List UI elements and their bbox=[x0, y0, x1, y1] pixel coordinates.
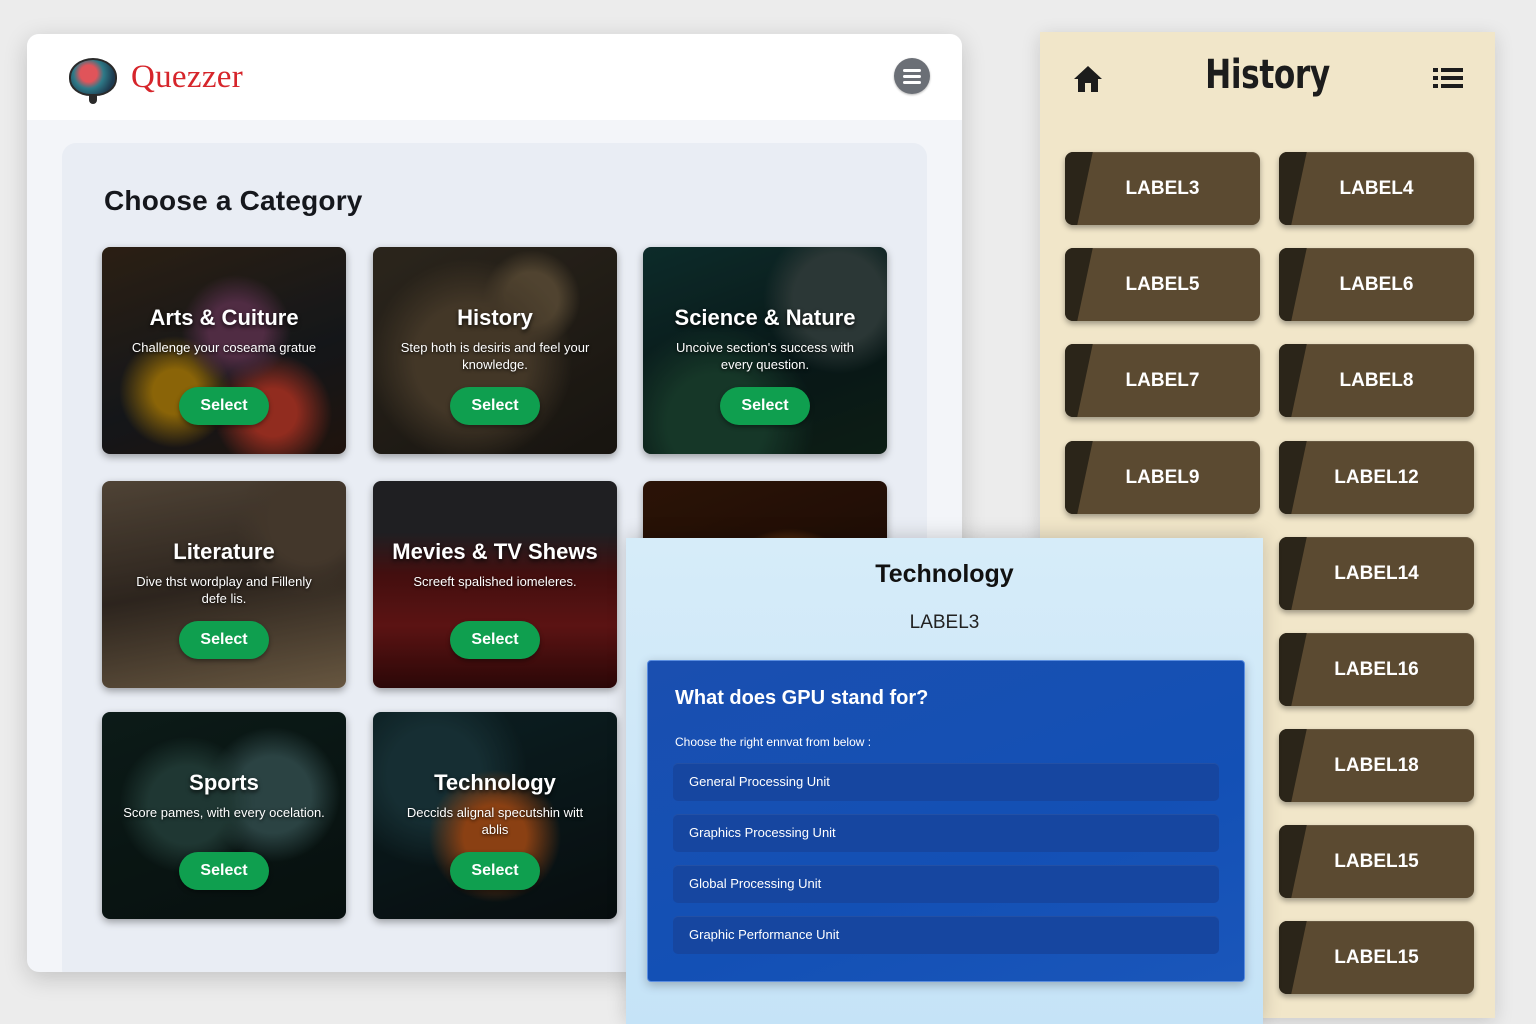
label-button[interactable]: LABEL16 bbox=[1279, 633, 1474, 706]
card-title: Arts & Cuiture bbox=[149, 305, 299, 330]
label-button[interactable]: LABEL6 bbox=[1279, 248, 1474, 321]
quiz-subtitle: LABEL3 bbox=[909, 612, 980, 633]
app-header: Quezzer bbox=[27, 34, 962, 120]
menu-line-icon bbox=[903, 80, 921, 84]
label-button[interactable]: LABEL15 bbox=[1279, 921, 1474, 994]
answer-option[interactable]: Graphic Performance Unit bbox=[673, 916, 1219, 954]
history-title: History bbox=[1205, 52, 1330, 98]
category-card-science[interactable]: Science & Nature Uncoive section's succe… bbox=[643, 247, 887, 454]
card-description: Uncoive section's success with every que… bbox=[675, 340, 855, 372]
label-text: LABEL15 bbox=[1334, 851, 1419, 872]
label-text: LABEL4 bbox=[1339, 178, 1414, 199]
select-button[interactable]: Select bbox=[179, 621, 269, 659]
question-card: What does GPU stand for? Choose the righ… bbox=[647, 660, 1245, 982]
card-description: Screeft spalished iomeleres. bbox=[413, 574, 577, 589]
answer-option[interactable]: Global Processing Unit bbox=[673, 865, 1219, 903]
card-title: History bbox=[457, 305, 533, 330]
select-button[interactable]: Select bbox=[450, 852, 540, 890]
category-card-history[interactable]: History Step hoth is desiris and feel yo… bbox=[373, 247, 617, 454]
card-description: Score pames, with every ocelation. bbox=[123, 805, 325, 820]
brand-name: Quezzer bbox=[131, 58, 244, 95]
card-description: Deccids alignal specutshin witt ablis bbox=[406, 805, 584, 837]
label-text: LABEL12 bbox=[1334, 467, 1419, 488]
label-button[interactable]: LABEL15 bbox=[1279, 825, 1474, 898]
select-button[interactable]: Select bbox=[720, 387, 810, 425]
page-title: Choose a Category bbox=[104, 185, 363, 216]
select-button[interactable]: Select bbox=[450, 387, 540, 425]
brain-logo-icon bbox=[69, 58, 117, 104]
label-button[interactable]: LABEL3 bbox=[1065, 152, 1260, 225]
list-icon[interactable] bbox=[1433, 66, 1463, 90]
label-text: LABEL18 bbox=[1334, 755, 1419, 776]
category-card-literature[interactable]: Literature Dive thst wordplay and Fillen… bbox=[102, 481, 346, 688]
answer-option[interactable]: General Processing Unit bbox=[673, 763, 1219, 801]
card-title: Sports bbox=[189, 770, 259, 795]
card-title: Technology bbox=[434, 770, 556, 795]
quiz-title: Technology bbox=[875, 560, 1014, 588]
select-button[interactable]: Select bbox=[179, 387, 269, 425]
card-title: Mevies & TV Shews bbox=[392, 539, 598, 564]
category-card-sports[interactable]: Sports Score pames, with every ocelation… bbox=[102, 712, 346, 919]
menu-line-icon bbox=[903, 74, 921, 78]
label-text: LABEL7 bbox=[1125, 370, 1200, 391]
label-button[interactable]: LABEL7 bbox=[1065, 344, 1260, 417]
label-text: LABEL6 bbox=[1339, 274, 1414, 295]
select-button[interactable]: Select bbox=[450, 621, 540, 659]
label-text: LABEL16 bbox=[1334, 659, 1419, 680]
card-description: Challenge your coseama gratue bbox=[131, 340, 317, 355]
label-text: LABEL3 bbox=[1125, 178, 1200, 199]
technology-quiz-window: Technology LABEL3 What does GPU stand fo… bbox=[626, 538, 1263, 1024]
question-text: What does GPU stand for? bbox=[675, 687, 929, 709]
select-button[interactable]: Select bbox=[179, 852, 269, 890]
label-text: LABEL5 bbox=[1125, 274, 1200, 295]
label-text: LABEL15 bbox=[1334, 947, 1419, 968]
label-button[interactable]: LABEL18 bbox=[1279, 729, 1474, 802]
label-button[interactable]: LABEL8 bbox=[1279, 344, 1474, 417]
label-text: LABEL9 bbox=[1125, 467, 1200, 488]
label-button[interactable]: LABEL5 bbox=[1065, 248, 1260, 321]
label-text: LABEL14 bbox=[1334, 563, 1419, 584]
instruction-text: Choose the right ennvat from below : bbox=[675, 735, 872, 749]
label-button[interactable]: LABEL4 bbox=[1279, 152, 1474, 225]
category-card-arts[interactable]: Arts & Cuiture Challenge your coseama gr… bbox=[102, 247, 346, 454]
label-button[interactable]: LABEL12 bbox=[1279, 441, 1474, 514]
menu-line-icon bbox=[903, 68, 921, 72]
card-description: Step hoth is desiris and feel your knowl… bbox=[400, 340, 590, 372]
card-description: Dive thst wordplay and Fillenly defe lis… bbox=[136, 574, 312, 606]
label-button[interactable]: LABEL9 bbox=[1065, 441, 1260, 514]
label-button[interactable]: LABEL14 bbox=[1279, 537, 1474, 610]
category-card-movies[interactable]: Mevies & TV Shews Screeft spalished iome… bbox=[373, 481, 617, 688]
answer-option[interactable]: Graphics Processing Unit bbox=[673, 814, 1219, 852]
hamburger-menu-button[interactable] bbox=[894, 58, 930, 94]
category-card-technology[interactable]: Technology Deccids alignal specutshin wi… bbox=[373, 712, 617, 919]
card-title: Literature bbox=[173, 539, 275, 564]
label-text: LABEL8 bbox=[1339, 370, 1414, 391]
card-title: Science & Nature bbox=[674, 305, 856, 330]
